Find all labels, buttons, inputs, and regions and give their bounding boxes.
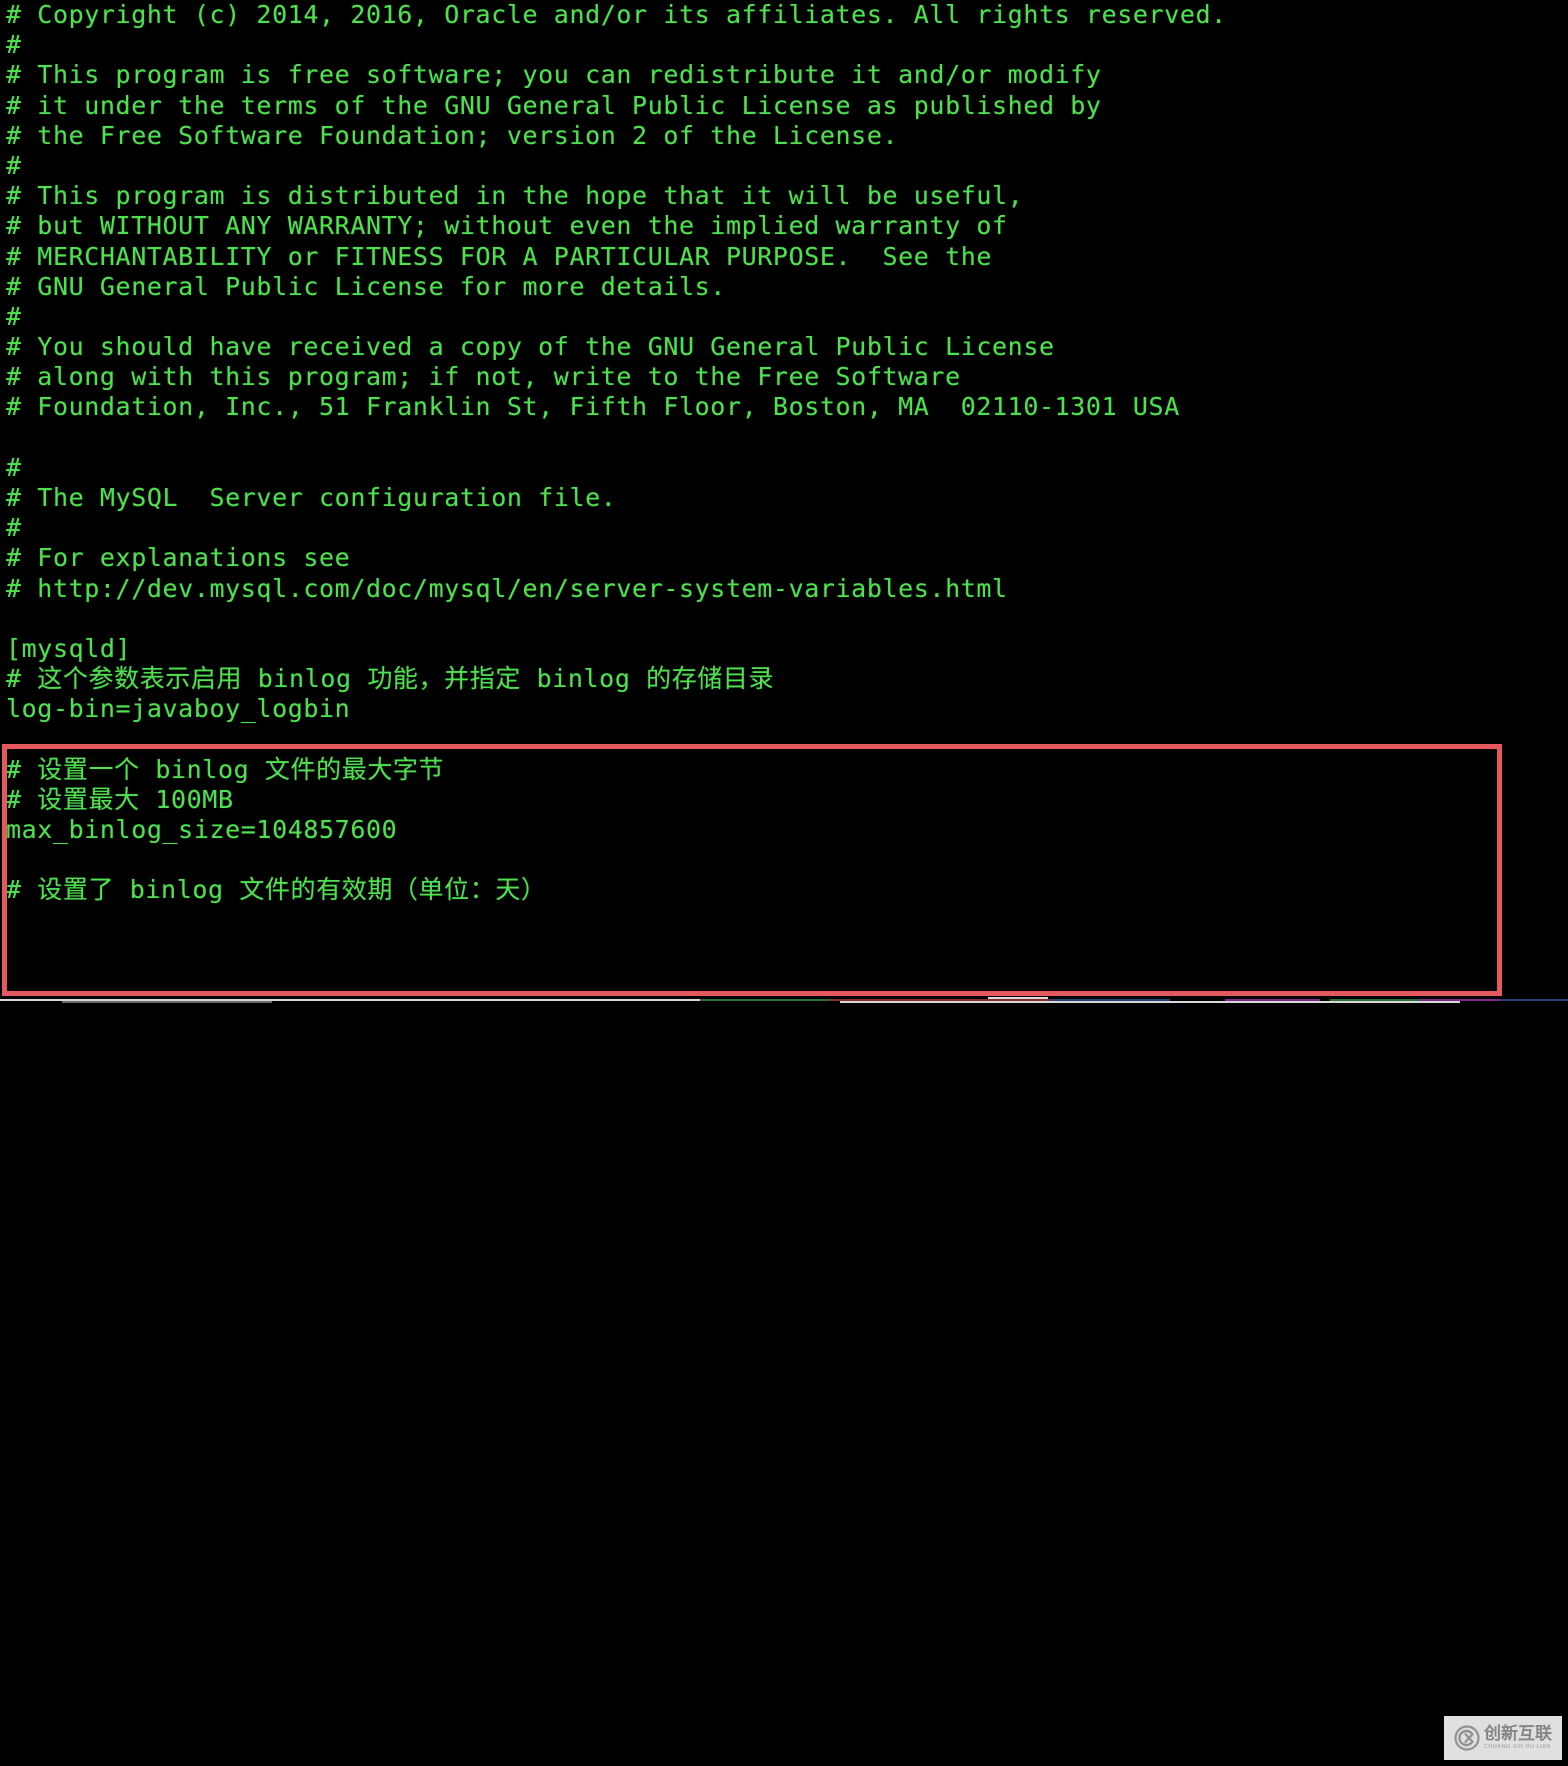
config-blank-line — [0, 725, 1568, 755]
watermark-pinyin: CHUANG XIN HU LIAN — [1484, 1743, 1551, 1750]
config-line: # This program is distributed in the hop… — [6, 181, 1024, 211]
config-line: max_binlog_size=104857600 — [6, 815, 398, 845]
cx-logo-icon — [1454, 1725, 1480, 1751]
config-line: # 这个参数表示启用 binlog 功能，并指定 binlog 的存储目录 — [6, 664, 775, 694]
config-file-content: # Copyright (c) 2014, 2016, Oracle and/o… — [0, 0, 1568, 906]
watermark-text: 创新互联 CHUANG XIN HU LIAN — [1484, 1723, 1552, 1751]
config-line: # — [6, 30, 22, 60]
config-line: # the Free Software Foundation; version … — [6, 120, 899, 150]
config-line: # Foundation, Inc., 51 Franklin St, Fift… — [6, 392, 1180, 422]
config-line: [mysqld] — [6, 633, 132, 663]
config-line: # — [6, 150, 22, 180]
config-blank-line — [0, 423, 1568, 453]
config-line: # The MySQL Server configuration file. — [6, 483, 617, 512]
compression-artifact-strip — [0, 996, 1568, 1004]
page-background — [0, 1004, 1568, 1766]
config-blank-line — [0, 604, 1568, 634]
config-line: # http://dev.mysql.com/doc/mysql/en/serv… — [6, 573, 1008, 603]
config-line: # For explanations see — [6, 543, 351, 573]
config-blank-line — [0, 845, 1568, 875]
config-line: # it under the terms of the GNU General … — [6, 90, 1102, 120]
config-line: # 设置了 binlog 文件的有效期（单位：天） — [6, 875, 547, 905]
site-watermark: 创新互联 CHUANG XIN HU LIAN — [1444, 1716, 1562, 1760]
config-line: # 设置一个 binlog 文件的最大字节 — [6, 754, 445, 784]
config-line: # — [6, 452, 22, 482]
config-line: # This program is free software; you can… — [6, 60, 1102, 90]
config-line: # but WITHOUT ANY WARRANTY; without even… — [6, 211, 1008, 241]
config-line: # along with this program; if not, write… — [6, 362, 961, 392]
config-line: # — [6, 513, 22, 543]
config-line: # — [6, 301, 22, 331]
watermark-chinese: 创新互联 — [1484, 1723, 1552, 1744]
config-line: # 设置最大 100MB — [6, 784, 234, 814]
config-line: log-bin=javaboy_logbin — [6, 694, 351, 724]
config-line: # GNU General Public License for more de… — [6, 271, 726, 301]
config-line: # You should have received a copy of the… — [6, 332, 1055, 362]
config-line: # MERCHANTABILITY or FITNESS FOR A PARTI… — [6, 241, 993, 271]
terminal-window: # Copyright (c) 2014, 2016, Oracle and/o… — [0, 0, 1568, 1004]
config-line: # Copyright (c) 2014, 2016, Oracle and/o… — [6, 0, 1227, 29]
